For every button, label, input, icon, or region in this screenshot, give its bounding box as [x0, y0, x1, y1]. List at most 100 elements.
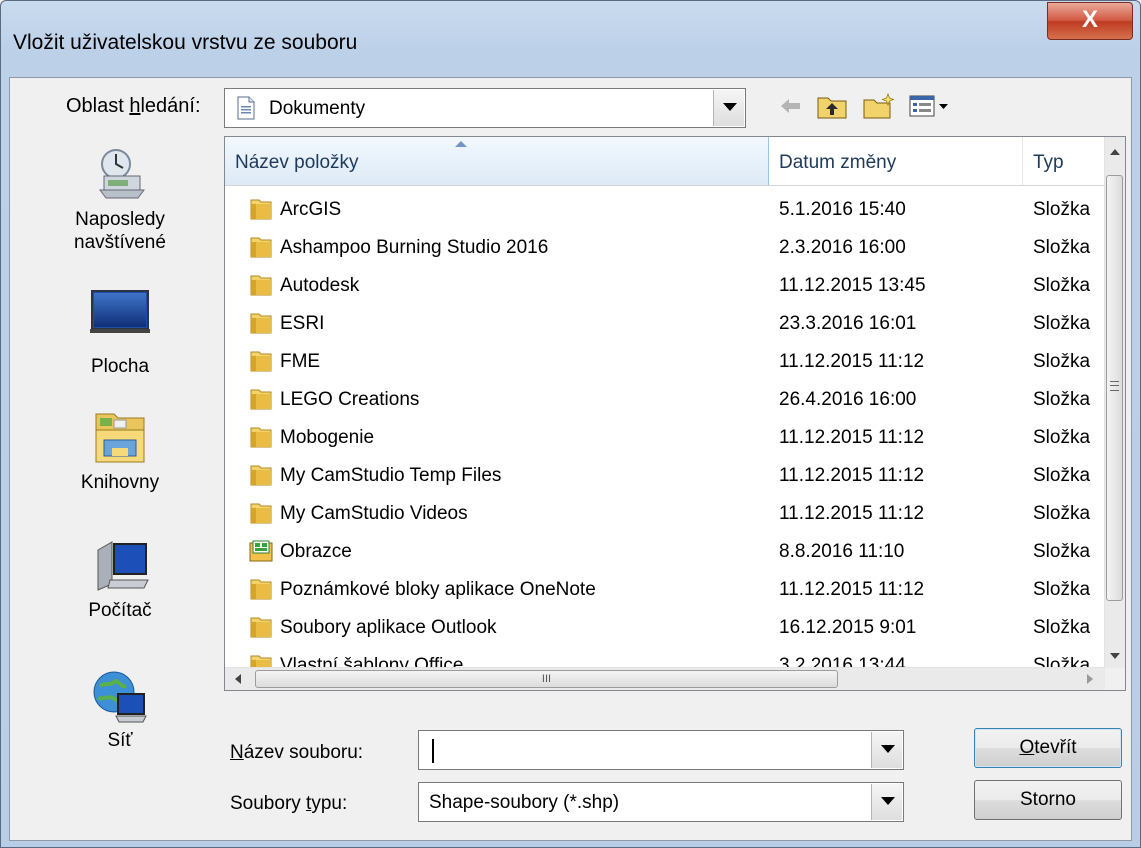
open-button[interactable]: Otevřít [974, 728, 1122, 768]
horizontal-scroll-thumb[interactable]: III [255, 670, 838, 688]
place-network-label: Síť [107, 730, 133, 751]
chevron-down-icon[interactable] [871, 732, 902, 768]
vertical-scrollbar[interactable] [1104, 137, 1125, 669]
file-name: Ashampoo Burning Studio 2016 [280, 237, 549, 258]
text-caret [432, 739, 434, 763]
document-folder-icon [237, 96, 255, 120]
file-row[interactable]: ArcGIS 5.1.2016 15:40 Složka [225, 191, 1105, 229]
file-date: 8.8.2016 11:10 [779, 541, 905, 562]
new-folder-icon[interactable] [862, 92, 896, 120]
folder-icon [250, 313, 272, 334]
back-arrow-icon[interactable] [778, 92, 804, 120]
file-name: Poznámkové bloky aplikace OneNote [280, 579, 596, 600]
file-name: Soubory aplikace Outlook [280, 617, 497, 638]
folder-icon [250, 275, 272, 296]
up-folder-icon[interactable] [816, 92, 848, 120]
sort-ascending-icon [455, 141, 467, 147]
libraries-icon [95, 413, 145, 463]
filename-input[interactable] [423, 735, 871, 765]
chevron-down-icon[interactable] [713, 90, 744, 126]
file-row[interactable]: Mobogenie 11.12.2015 11:12 Složka [225, 419, 1105, 457]
close-button[interactable]: X [1047, 2, 1133, 40]
place-computer-label: Počítač [88, 600, 152, 621]
place-libraries[interactable]: Knihovny [60, 408, 180, 494]
file-row[interactable]: Autodesk 11.12.2015 13:45 Složka [225, 267, 1105, 305]
file-row[interactable]: Soubory aplikace Outlook 16.12.2015 9:01 S… [225, 609, 1105, 647]
file-row[interactable]: My CamStudio Videos 11.12.2015 11:12 Složk… [225, 495, 1105, 533]
file-name: Autodesk [280, 275, 360, 296]
folder-icon [250, 427, 272, 448]
filename-combo[interactable] [418, 730, 904, 770]
file-name: ArcGIS [280, 199, 342, 220]
scroll-up-icon[interactable] [1110, 149, 1120, 155]
filetype-label: Soubory typu: [230, 793, 348, 814]
lookin-combo[interactable]: Dokumenty [224, 88, 746, 128]
place-libraries-label: Knihovny [80, 472, 160, 493]
place-computer[interactable]: Počítač [60, 536, 180, 622]
file-type: Složka [1033, 313, 1091, 334]
list-header: Název položky Datum změny Typ [225, 137, 1105, 186]
folder-icon [250, 199, 272, 220]
cancel-button[interactable]: Storno [974, 780, 1122, 820]
place-desktop-label: Plocha [90, 356, 150, 377]
file-row[interactable]: Obrazce 8.8.2016 11:10 Složka [225, 533, 1105, 571]
file-date: 11.12.2015 11:12 [779, 351, 925, 372]
file-row[interactable]: FME 11.12.2015 11:12 Složka [225, 343, 1105, 381]
folder-icon [250, 617, 272, 638]
title-bar[interactable]: Vložit uživatelskou vrstvu ze souboru X [1, 1, 1140, 77]
vertical-scroll-thumb[interactable] [1106, 175, 1123, 601]
lookin-label: Oblast hledání: [66, 95, 201, 117]
scroll-down-icon[interactable] [1110, 653, 1120, 659]
column-header-name[interactable]: Název položky [225, 137, 769, 185]
file-type: Složka [1033, 579, 1091, 600]
file-row[interactable]: ESRI 23.3.2016 16:01 Složka [225, 305, 1105, 343]
file-name: Mobogenie [280, 427, 375, 448]
filename-label: Název souboru: [230, 742, 364, 763]
file-type: Složka [1033, 237, 1091, 258]
dialog-body: Oblast hledání: Dokumenty Naposledy navš… [9, 77, 1132, 841]
grip-icon [1110, 381, 1119, 391]
place-recent-label: Naposledy navštívené [74, 209, 166, 253]
file-date: 11.12.2015 11:12 [779, 579, 925, 600]
chevron-down-icon[interactable] [871, 784, 902, 820]
file-type: Složka [1033, 427, 1091, 448]
window-title: Vložit uživatelskou vrstvu ze souboru [13, 31, 358, 54]
file-row[interactable]: My CamStudio Temp Files 11.12.2015 11:12 S… [225, 457, 1105, 495]
file-date: 11.12.2015 11:12 [779, 465, 925, 486]
file-type: Složka [1033, 275, 1091, 296]
horizontal-scrollbar[interactable]: III [225, 667, 1105, 690]
scroll-right-icon[interactable] [1087, 674, 1093, 684]
folder-icon [250, 465, 272, 486]
folder-icon [250, 237, 272, 258]
close-icon: X [1081, 6, 1098, 33]
file-name: My CamStudio Videos [280, 503, 468, 524]
folder-icon [250, 351, 272, 372]
file-type: Složka [1033, 351, 1091, 372]
place-desktop[interactable]: Plocha [60, 282, 180, 378]
column-header-date[interactable]: Datum změny [769, 137, 1023, 185]
file-list[interactable]: Název položky Datum změny Typ ArcGIS 5.1.… [224, 136, 1126, 691]
shapes-folder-icon [249, 540, 273, 562]
place-network[interactable]: Síť [60, 668, 180, 752]
file-date: 5.1.2016 15:40 [779, 199, 906, 220]
file-name: Obrazce [280, 541, 352, 562]
file-type: Složka [1033, 503, 1091, 524]
scroll-corner [1105, 668, 1125, 690]
file-date: 2.3.2016 16:00 [779, 237, 906, 258]
scroll-left-icon[interactable] [235, 674, 241, 684]
views-menu-icon[interactable] [908, 92, 952, 120]
filetype-select[interactable]: Shape-soubory (*.shp) [418, 782, 904, 822]
file-type: Složka [1033, 389, 1091, 410]
file-date: 23.3.2016 16:01 [779, 313, 917, 334]
file-date: 11.12.2015 11:12 [779, 427, 925, 448]
filetype-value: Shape-soubory (*.shp) [429, 792, 620, 813]
file-row[interactable]: LEGO Creations 26.4.2016 16:00 Složka [225, 381, 1105, 419]
recent-places-icon [99, 149, 145, 199]
file-name: My CamStudio Temp Files [280, 465, 502, 486]
file-name: ESRI [280, 313, 325, 334]
file-row[interactable]: Poznámkové bloky aplikace OneNote 11.12.2… [225, 571, 1105, 609]
folder-icon [250, 389, 272, 410]
dialog-window: Vložit uživatelskou vrstvu ze souboru X … [0, 0, 1141, 848]
place-recent[interactable]: Naposledy navštívené [60, 144, 180, 254]
file-row[interactable]: Ashampoo Burning Studio 2016 2.3.2016 16:… [225, 229, 1105, 267]
